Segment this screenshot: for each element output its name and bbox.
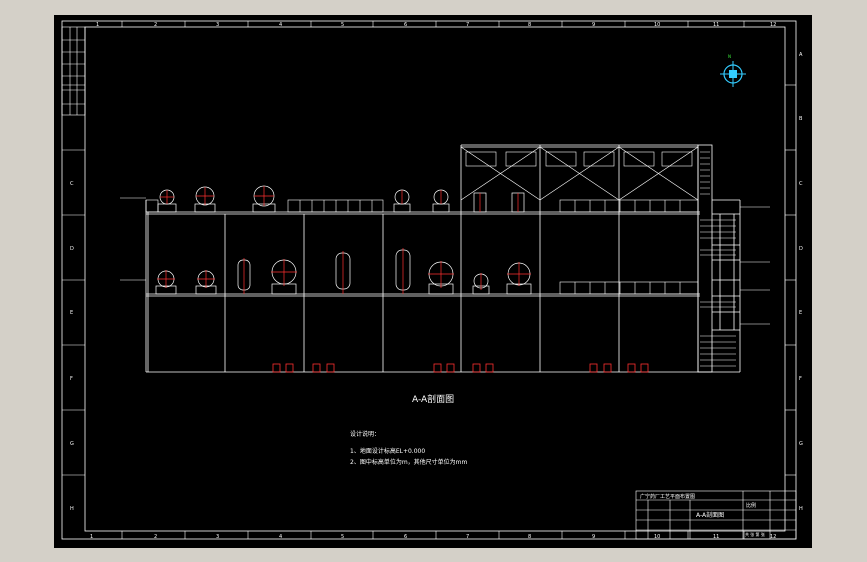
col-label-bottom-5: 5	[341, 534, 344, 540]
row-label-b: B	[799, 116, 803, 122]
title-block-sheet-label: 共 张 第 张	[745, 531, 765, 537]
note-line-2: 2、图中标高单位为m，其他尺寸单位为mm	[350, 458, 468, 466]
col-label-4: 4	[279, 22, 282, 28]
row-label-e: E	[799, 310, 802, 316]
cad-drawing-canvas: 1 2 3 4 5 6 7 8 9 10 11 12 1 2 3 4 5 6 7…	[0, 0, 867, 562]
col-label-9: 9	[592, 22, 595, 28]
col-label-3: 3	[216, 22, 219, 28]
col-label-12: 12	[770, 22, 776, 28]
col-label-11: 11	[713, 22, 719, 28]
col-label-bottom-1: 1	[90, 534, 93, 540]
row-label-left-f: F	[70, 376, 73, 382]
row-label-left-d: D	[70, 246, 74, 252]
row-label-d: D	[799, 246, 803, 252]
col-label-bottom-7: 7	[466, 534, 469, 540]
row-label-c: C	[799, 181, 803, 187]
title-block-company: 广宁药厂工艺平面布置图	[640, 493, 695, 500]
row-label-g: G	[799, 441, 803, 447]
notes-title: 设计说明：	[350, 430, 380, 438]
col-label-bottom-6: 6	[404, 534, 407, 540]
col-label-bottom-4: 4	[279, 534, 282, 540]
col-label-7: 7	[466, 22, 469, 28]
col-label-1: 1	[96, 22, 99, 28]
col-label-bottom-3: 3	[216, 534, 219, 540]
col-label-2: 2	[154, 22, 157, 28]
row-label-left-g: G	[70, 441, 74, 447]
row-label-left-h: H	[70, 506, 74, 512]
row-label-left-c: C	[70, 181, 74, 187]
col-label-bottom-2: 2	[154, 534, 157, 540]
svg-text:N: N	[728, 54, 731, 59]
row-label-f: F	[799, 376, 802, 382]
row-label-left-e: E	[70, 310, 73, 316]
col-label-bottom-8: 8	[528, 534, 531, 540]
col-label-bottom-9: 9	[592, 534, 595, 540]
col-label-5: 5	[341, 22, 344, 28]
note-line-1: 1、地面设计标高EL+0.000	[350, 447, 425, 455]
row-label-a: A	[799, 52, 803, 58]
row-label-h: H	[799, 506, 803, 512]
col-label-10: 10	[654, 22, 660, 28]
col-label-6: 6	[404, 22, 407, 28]
title-block-drawing-name: A-A剖面图	[696, 511, 724, 519]
view-title: A-A剖面图	[412, 393, 454, 405]
col-label-8: 8	[528, 22, 531, 28]
title-block-scale-label: 比例	[746, 502, 756, 509]
